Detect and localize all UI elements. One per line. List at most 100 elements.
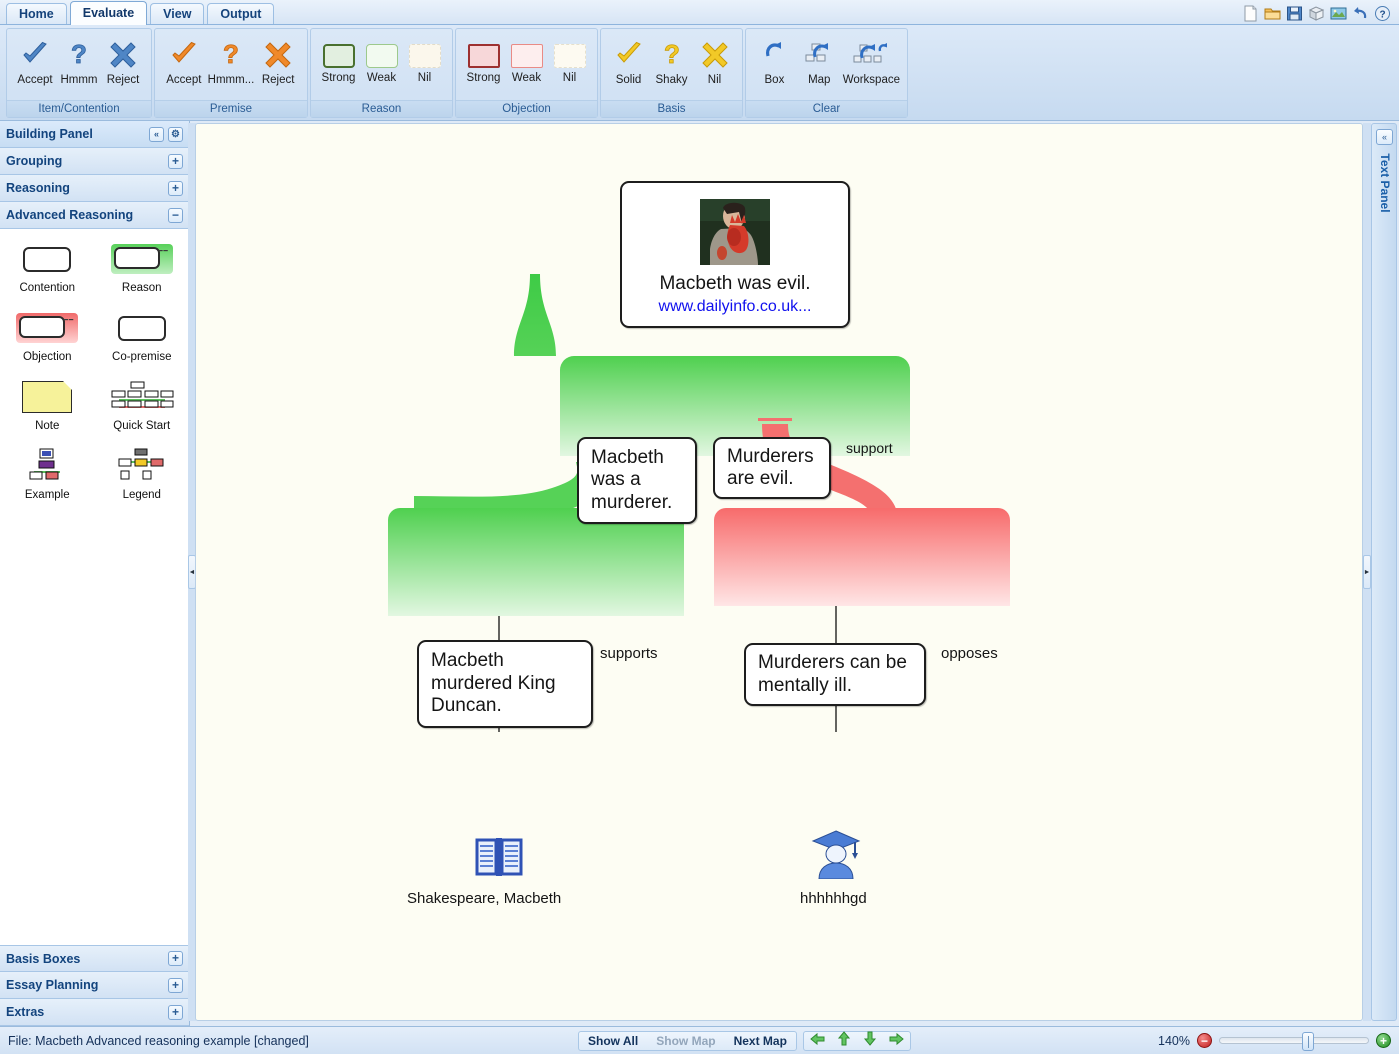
ribbon-button-reason-strong[interactable]: Strong [318, 41, 359, 84]
palette-item-objection[interactable]: ━━ Objection [0, 308, 95, 363]
panel-section-basis-boxes[interactable]: Basis Boxes + [0, 945, 189, 972]
panel-section-grouping[interactable]: Grouping + [0, 148, 189, 175]
supports-text: Macbeth murdered King Duncan. [431, 650, 556, 717]
palette-item-example[interactable]: Example [0, 446, 95, 501]
ribbon-group-title: Reason [311, 100, 452, 117]
expand-toggle[interactable]: + [168, 180, 183, 196]
palette-item-copremise[interactable]: Co-premise [95, 308, 190, 363]
section-label: Grouping [6, 154, 63, 168]
expand-toggle[interactable]: + [168, 1004, 183, 1020]
basis-item-book[interactable] [474, 834, 524, 884]
tab-view[interactable]: View [150, 3, 205, 24]
blue-check-icon [20, 37, 50, 71]
ribbon-button-premise-accept[interactable]: Accept [162, 35, 206, 86]
palette-item-quick-start[interactable]: Quick Start [95, 377, 190, 432]
argument-map-canvas[interactable]: Macbeth was evil. www.dailyinfo.co.uk...… [195, 123, 1363, 1021]
help-question-icon[interactable]: ? [1374, 5, 1391, 22]
panel-section-advanced-reasoning[interactable]: Advanced Reasoning − [0, 202, 189, 229]
right-splitter[interactable]: ► [1363, 123, 1371, 1021]
ribbon-button-reason-weak[interactable]: Weak [361, 41, 402, 84]
export-image-icon[interactable] [1330, 5, 1347, 22]
expand-toggle[interactable]: + [168, 977, 183, 993]
orange-check-icon [169, 37, 199, 71]
show-all-button[interactable]: Show All [579, 1032, 647, 1050]
open-folder-icon[interactable] [1264, 5, 1281, 22]
ribbon-button-contention-reject[interactable]: Reject [102, 35, 144, 86]
arrow-up-icon[interactable] [831, 1031, 857, 1051]
arrow-right-icon[interactable] [883, 1032, 910, 1051]
supports-node[interactable]: Macbeth murdered King Duncan. [417, 640, 593, 728]
ribbon-button-contention-accept[interactable]: Accept [14, 35, 56, 86]
collapse-toggle[interactable]: − [168, 207, 183, 223]
zoom-slider-thumb[interactable] [1302, 1032, 1314, 1051]
opposes-region-shape [714, 508, 1010, 606]
ribbon-button-premise-hmmm[interactable]: ? Hmmm... [208, 35, 255, 86]
contention-link[interactable]: www.dailyinfo.co.uk... [622, 298, 848, 316]
panel-section-extras[interactable]: Extras + [0, 999, 189, 1026]
palette-item-note[interactable]: Note [0, 377, 95, 432]
gear-icon[interactable]: ⚙ [168, 126, 183, 142]
section-label: Advanced Reasoning [6, 208, 134, 222]
tab-home[interactable]: Home [6, 3, 67, 24]
ribbon-button-objection-weak[interactable]: Weak [506, 41, 547, 84]
panel-section-reasoning[interactable]: Reasoning + [0, 175, 189, 202]
text-panel[interactable]: « Text Panel [1371, 123, 1397, 1021]
contention-image-wrap [622, 198, 848, 265]
objection-cap [758, 418, 792, 421]
ribbon-button-clear-map[interactable]: Map [798, 35, 841, 86]
ribbon-button-objection-strong[interactable]: Strong [463, 41, 504, 84]
ribbon-button-premise-reject[interactable]: Reject [256, 35, 300, 86]
status-bar: File: Macbeth Advanced reasoning example… [0, 1026, 1399, 1054]
support-region-label: support [846, 440, 893, 456]
undo-arrow-icon[interactable] [1352, 5, 1369, 22]
expand-toggle[interactable]: + [168, 951, 183, 966]
ribbon-button-clear-box[interactable]: Box [753, 35, 796, 86]
palette-item-contention[interactable]: Contention [0, 239, 95, 294]
note-sticky-art [22, 381, 73, 413]
zoom-out-icon[interactable]: − [1197, 1033, 1212, 1048]
double-chevron-left-icon[interactable]: « [149, 126, 164, 142]
red-weak-swatch [510, 44, 543, 68]
ribbon-label: Strong [466, 72, 501, 84]
ribbon-button-clear-workspace[interactable]: Workspace [843, 35, 900, 86]
arrow-down-icon[interactable] [857, 1031, 883, 1051]
ribbon-group-title: Clear [746, 100, 907, 117]
contention-box-art [23, 246, 72, 272]
splitter-grip-right[interactable]: ► [1363, 555, 1371, 589]
ribbon-button-contention-hmmm[interactable]: ? Hmmm [58, 35, 100, 86]
basis-item-expert[interactable] [809, 829, 863, 884]
clear-box-icon [760, 37, 788, 71]
arrow-left-icon[interactable] [804, 1032, 831, 1051]
ribbon-button-objection-nil[interactable]: Nil [549, 41, 590, 84]
save-disk-icon[interactable] [1286, 5, 1303, 22]
reason-node-murderers-evil[interactable]: Murderers are evil. [713, 437, 831, 499]
palette-label: Objection [22, 351, 72, 363]
ribbon-button-basis-nil[interactable]: Nil [694, 35, 735, 86]
panel-section-essay-planning[interactable]: Essay Planning + [0, 972, 189, 999]
orange-question-icon: ? [216, 37, 246, 71]
zoom-in-icon[interactable]: + [1376, 1033, 1391, 1048]
zoom-control: 140% − + [1158, 1032, 1391, 1051]
ribbon-label: Strong [321, 72, 356, 84]
next-map-button[interactable]: Next Map [725, 1032, 796, 1050]
tab-evaluate[interactable]: Evaluate [69, 1, 148, 25]
zoom-slider[interactable] [1219, 1032, 1369, 1051]
contention-node[interactable]: Macbeth was evil. www.dailyinfo.co.uk... [620, 181, 850, 328]
copremise-box-art [117, 315, 166, 341]
open-book-icon [475, 838, 523, 876]
palette-item-legend[interactable]: Legend [95, 446, 190, 501]
basis-label-book: Shakespeare, Macbeth [407, 890, 562, 907]
reason-node-murderer[interactable]: Macbeth was a murderer. [577, 437, 697, 524]
ribbon-button-reason-nil[interactable]: Nil [404, 41, 445, 84]
status-file-text: File: Macbeth Advanced reasoning example… [8, 1033, 309, 1048]
new-document-icon[interactable] [1242, 5, 1259, 22]
zoom-level-label: 140% [1158, 1033, 1190, 1048]
expand-toggle[interactable]: + [168, 153, 183, 169]
ribbon-button-basis-solid[interactable]: Solid [608, 35, 649, 86]
opposes-node[interactable]: Murderers can be mentally ill. [744, 643, 926, 706]
section-label: Basis Boxes [6, 951, 81, 966]
tab-output[interactable]: Output [207, 3, 275, 24]
package-box-icon[interactable] [1308, 5, 1325, 22]
palette-item-reason[interactable]: ━━ Reason [95, 239, 190, 294]
ribbon-button-basis-shaky[interactable]: ? Shaky [651, 35, 692, 86]
